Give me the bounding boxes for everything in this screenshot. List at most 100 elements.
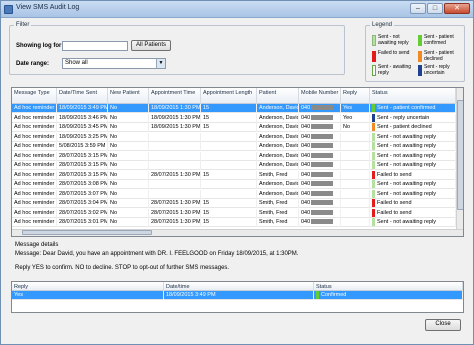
legend-swatch	[418, 35, 422, 46]
reply-datetime-cell: 18/09/2015 3:49 PM	[164, 291, 314, 300]
close-button[interactable]: Close	[425, 319, 461, 331]
status-cell: Sent - reply uncertain	[370, 113, 456, 123]
audit-log-table[interactable]: Message Type Date/Time Sent New Patient …	[11, 87, 464, 237]
mobile-number-cell: 040	[299, 132, 341, 142]
status-text: Sent - patient declined	[377, 124, 432, 130]
title-bar[interactable]: View SMS Audit Log – □ ✕	[1, 1, 473, 18]
column-header[interactable]: Status	[370, 88, 456, 104]
message-type-cell: Ad hoc reminder	[12, 208, 57, 218]
new-patient-cell: No	[108, 132, 149, 142]
reply-cell	[341, 151, 370, 161]
showing-log-for-input[interactable]	[62, 41, 128, 51]
reply-cell	[341, 161, 370, 170]
table-row[interactable]: Ad hoc reminder 5/08/2015 3:59 PM No Anders…	[12, 142, 456, 151]
appointment-time-cell: 18/09/2015 1:30 PM	[151, 104, 201, 113]
new-patient-cell: No	[108, 151, 149, 161]
table-row[interactable]: Ad hoc reminder 18/09/2015 3:25 PM No Ander…	[12, 132, 456, 142]
date-sent-cell: 18/09/2015 3:49 PM	[59, 104, 108, 113]
table-row[interactable]: Ad hoc reminder 18/09/2015 3:46 PM No 18/09…	[12, 113, 456, 123]
message-type-cell: Ad hoc reminder	[12, 123, 57, 132]
date-sent-cell: 28/07/2015 3:07 PM	[59, 189, 108, 199]
horizontal-scrollbar[interactable]	[12, 229, 463, 236]
message-type-cell: Ad hoc reminder	[12, 199, 57, 208]
all-patients-button[interactable]: All Patients	[131, 40, 171, 51]
status-cell: Failed to send	[370, 199, 456, 208]
status-cell: Sent - not awaiting reply	[370, 151, 456, 161]
date-range-label: Date range:	[16, 61, 50, 67]
minimize-button[interactable]: –	[410, 3, 426, 14]
reply-cell: Yes	[341, 104, 370, 113]
status-color-swatch	[372, 104, 375, 112]
message-type-cell: Ad hoc reminder	[12, 113, 57, 123]
table-row[interactable]: Ad hoc reminder 28/07/2015 3:15 PM No Ander…	[12, 161, 456, 170]
close-window-button[interactable]: ✕	[444, 3, 470, 14]
chevron-down-icon[interactable]: ▼	[156, 59, 165, 68]
mobile-number-cell: 040	[299, 161, 341, 170]
column-header[interactable]: Date/time	[164, 282, 314, 291]
column-header[interactable]: Message Type	[12, 88, 57, 104]
reply-status-cell: Confirmed	[314, 291, 463, 300]
table-row[interactable]: Ad hoc reminder 28/07/2015 3:15 PM No Ander…	[12, 151, 456, 161]
date-sent-cell: 18/09/2015 3:46 PM	[59, 113, 108, 123]
column-header[interactable]: Reply	[12, 282, 164, 291]
table-row[interactable]: Ad hoc reminder 28/07/2015 3:01 PM No 28/07…	[12, 218, 456, 227]
status-text: Sent - not awaiting reply	[377, 133, 437, 140]
status-cell: Sent - not awaiting reply	[370, 161, 456, 170]
status-cell: Sent - not awaiting reply	[370, 142, 456, 151]
mobile-number-cell: 040	[299, 113, 341, 123]
redacted-number-mask	[311, 143, 334, 149]
legend-swatch	[372, 35, 376, 46]
legend-item: Sent - patient declined	[418, 50, 464, 62]
column-header[interactable]: Appointment Length	[201, 88, 257, 104]
reply-table[interactable]: Reply Date/time Status Yes 18/09/2015 3:…	[11, 281, 464, 313]
redacted-number-mask	[311, 162, 334, 168]
column-header[interactable]: Date/Time Sent	[57, 88, 108, 104]
new-patient-cell: No	[108, 161, 149, 170]
legend-label: Sent - not awaiting reply	[378, 34, 409, 46]
scroll-thumb[interactable]	[22, 230, 152, 235]
message-type-cell: Ad hoc reminder	[12, 180, 57, 189]
table-row[interactable]: Ad hoc reminder 28/07/2015 3:07 PM No Ander…	[12, 189, 456, 199]
mobile-number-text: 040	[301, 190, 311, 197]
appointment-length-cell: 15	[201, 123, 257, 132]
reply-cell	[341, 180, 370, 189]
table-row[interactable]: Yes 18/09/2015 3:49 PM Confirmed	[12, 291, 463, 300]
column-header[interactable]: Patient	[257, 88, 299, 104]
status-color-swatch	[372, 161, 375, 169]
column-header[interactable]: Appointment Time	[149, 88, 201, 104]
app-icon	[4, 5, 13, 14]
maximize-button[interactable]: □	[427, 3, 443, 14]
date-range-select[interactable]: Show all ▼	[62, 58, 166, 69]
appointment-time-cell: 28/07/2015 1:30 PM	[151, 208, 201, 218]
appointment-length-cell: 15	[201, 199, 257, 208]
table-row[interactable]: Ad hoc reminder 18/09/2015 3:45 PM No 18/09…	[12, 123, 456, 132]
column-header[interactable]: Reply	[341, 88, 370, 104]
table-row[interactable]: Ad hoc reminder 28/07/2015 3:02 PM No 28/07…	[12, 208, 456, 218]
redacted-number-mask	[311, 133, 334, 139]
mobile-number-cell: 040	[299, 170, 341, 180]
scroll-thumb[interactable]	[457, 100, 463, 210]
mobile-number-text: 040	[301, 171, 311, 178]
mobile-number-cell: 040	[299, 151, 341, 161]
vertical-scrollbar[interactable]	[456, 88, 463, 229]
patient-cell: Smith, Fred	[257, 170, 299, 180]
legend-item: Sent - not awaiting reply	[372, 34, 416, 46]
column-header[interactable]: Mobile Number	[299, 88, 341, 104]
legend-item: Failed to send	[372, 50, 416, 62]
column-header[interactable]: New Patient	[108, 88, 149, 104]
legend-swatch	[418, 65, 422, 76]
table-row[interactable]: Ad hoc reminder 28/07/2015 3:15 PM No 28/07…	[12, 170, 456, 180]
legend-label: Failed to send	[378, 50, 410, 56]
date-sent-cell: 28/07/2015 3:15 PM	[59, 161, 108, 170]
table-row[interactable]: Ad hoc reminder 28/07/2015 3:04 PM No 28/07…	[12, 199, 456, 208]
mobile-number-cell: 040	[299, 104, 341, 113]
table-row[interactable]: Ad hoc reminder 28/07/2015 3:08 PM No Ander…	[12, 180, 456, 189]
status-cell: Failed to send	[370, 170, 456, 180]
date-sent-cell: 28/07/2015 3:08 PM	[59, 180, 108, 189]
filter-group: Filter Showing log for: All Patients Dat…	[9, 22, 345, 75]
table-row[interactable]: Ad hoc reminder 18/09/2015 3:49 PM No 18/09…	[12, 104, 456, 113]
mobile-number-cell: 040	[299, 142, 341, 151]
column-header[interactable]: Status	[314, 282, 463, 291]
new-patient-cell: No	[108, 123, 149, 132]
new-patient-cell: No	[108, 142, 149, 151]
